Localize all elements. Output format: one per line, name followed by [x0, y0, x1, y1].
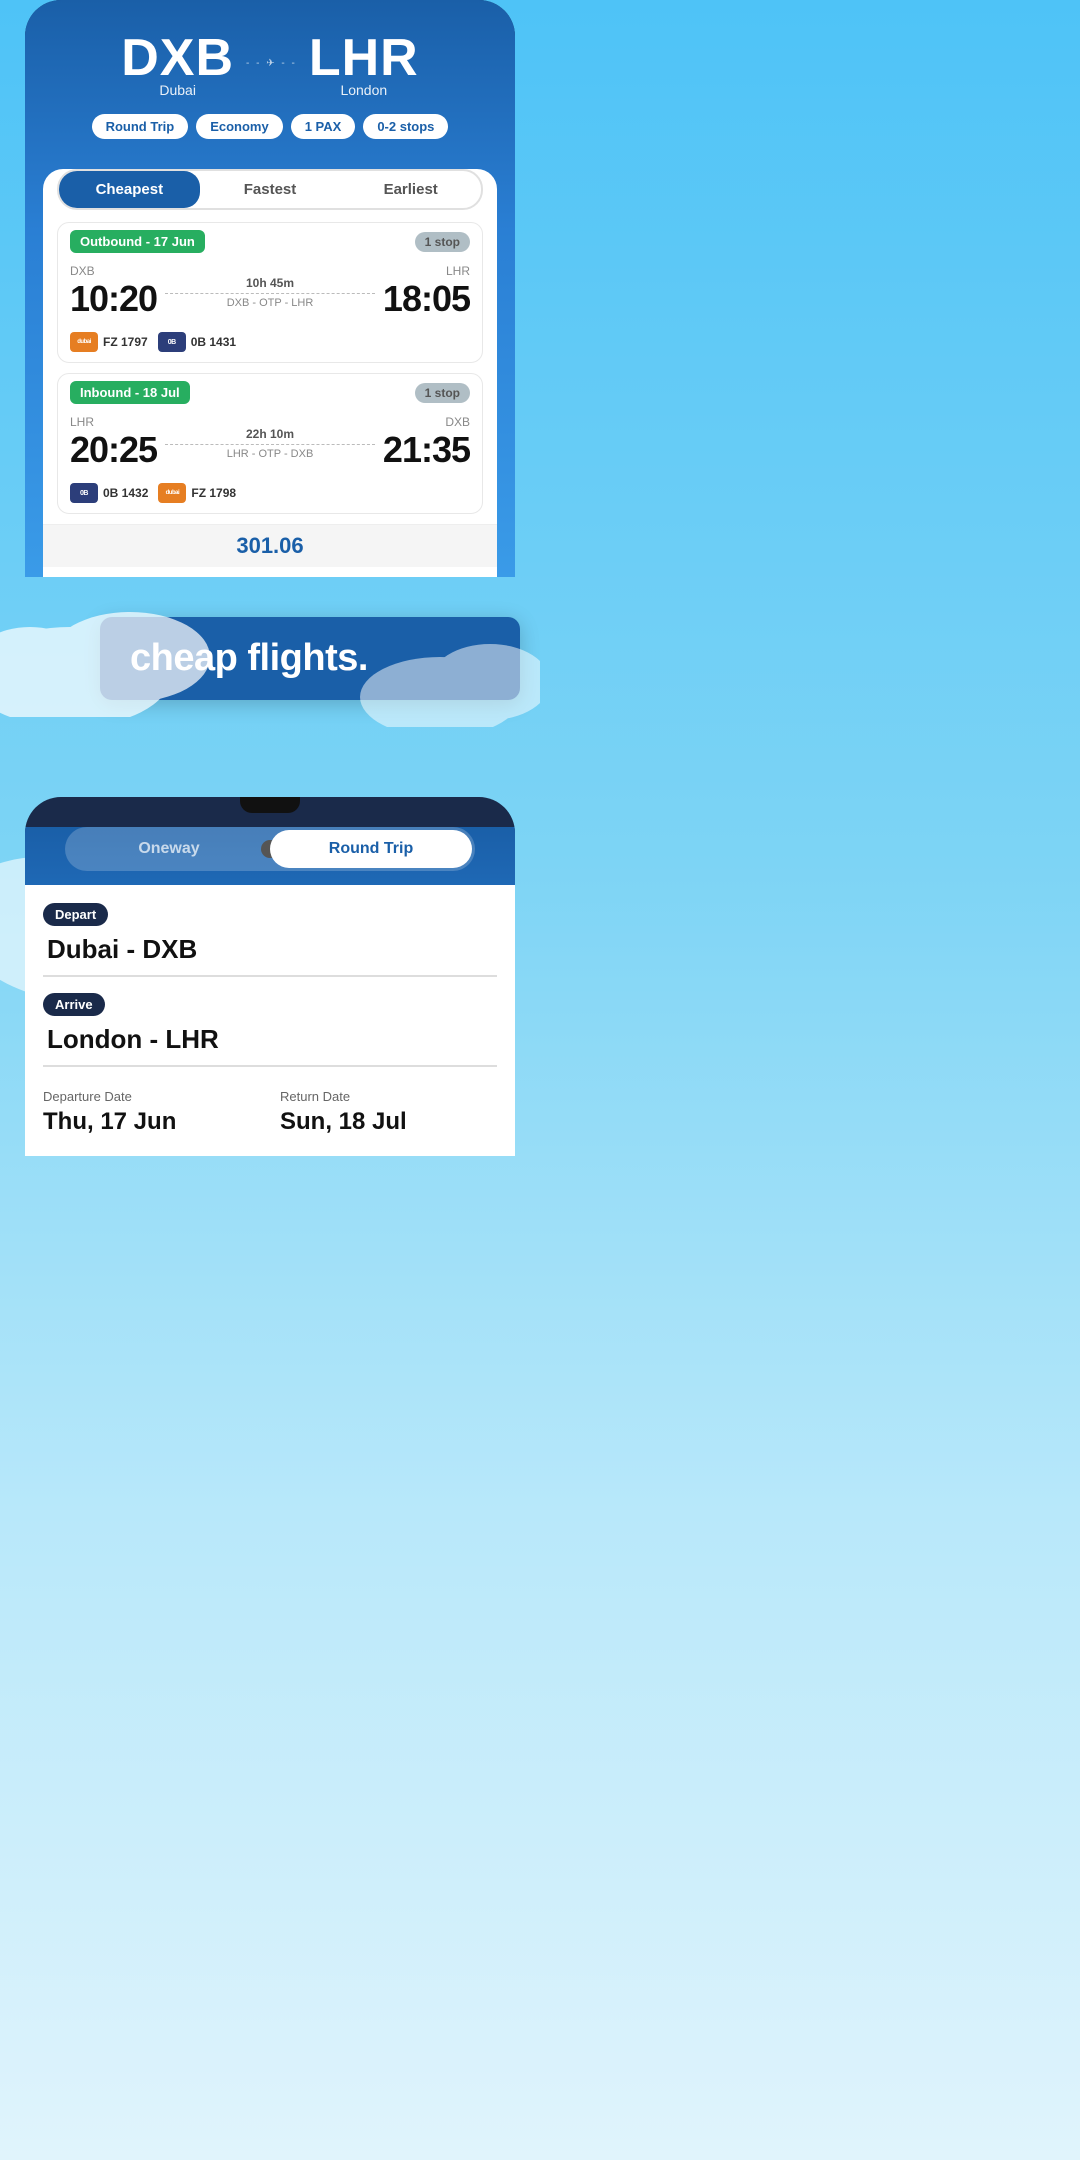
phone-notch: [240, 797, 300, 813]
inbound-segment[interactable]: Inbound - 18 Jul 1 stop LHR 20:25 22h 10…: [57, 373, 483, 514]
oneway-option[interactable]: Oneway: [68, 830, 270, 868]
return-date-value[interactable]: Sun, 18 Jul: [280, 1108, 497, 1136]
route-header: DXB Dubai - - ✈ - - LHR London: [43, 18, 497, 104]
departure-date-label: Departure Date: [43, 1089, 260, 1104]
inbound-airlines: 0B 0B 1432 dubai FZ 1798: [58, 477, 482, 513]
sort-tabs: Cheapest Fastest Earliest: [57, 169, 483, 210]
depart-label: Depart: [43, 903, 108, 926]
price-bar: 301.06: [43, 524, 497, 567]
inbound-to: DXB: [383, 415, 470, 429]
results-card: Cheapest Fastest Earliest Outbound - 17 …: [43, 169, 497, 577]
outbound-duration: 10h 45m: [165, 276, 375, 290]
cabin-pill[interactable]: Economy: [196, 114, 283, 139]
dubai-logo-2: dubai: [158, 483, 186, 503]
round-trip-option[interactable]: Round Trip: [270, 830, 472, 868]
inbound-label: Inbound - 18 Jul: [70, 381, 190, 404]
inbound-depart: 20:25: [70, 429, 157, 471]
inbound-duration-block: 22h 10m LHR - OTP - DXB: [157, 427, 383, 460]
departure-date-value[interactable]: Thu, 17 Jun: [43, 1108, 260, 1136]
filter-pills: Round Trip Economy 1 PAX 0-2 stops: [43, 104, 497, 155]
outbound-airlines: dubai FZ 1797 0B 0B 1431: [58, 326, 482, 362]
outbound-duration-block: 10h 45m DXB - OTP - LHR: [157, 276, 383, 309]
outbound-from: DXB: [70, 264, 157, 278]
stops-pill[interactable]: 0-2 stops: [363, 114, 448, 139]
date-row: Departure Date Thu, 17 Jun Return Date S…: [43, 1083, 497, 1136]
outbound-header: Outbound - 17 Jun 1 stop: [58, 223, 482, 260]
inbound-airline-2: dubai FZ 1798: [158, 483, 236, 503]
outbound-times: DXB 10:20 10h 45m DXB - OTP - LHR LHR 18…: [58, 260, 482, 326]
tab-fastest[interactable]: Fastest: [200, 171, 341, 208]
cloud-left: [0, 597, 250, 717]
outbound-depart: 10:20: [70, 278, 157, 320]
round-trip-pill[interactable]: Round Trip: [92, 114, 189, 139]
origin-code: DXB: [121, 28, 234, 88]
inbound-route: LHR - OTP - DXB: [165, 448, 375, 460]
outbound-label: Outbound - 17 Jun: [70, 230, 205, 253]
dest-code: LHR: [309, 28, 419, 88]
outbound-segment[interactable]: Outbound - 17 Jun 1 stop DXB 10:20 10h 4…: [57, 222, 483, 363]
pax-pill[interactable]: 1 PAX: [291, 114, 356, 139]
inbound-flight-1: 0B 1432: [103, 486, 148, 500]
tab-earliest[interactable]: Earliest: [340, 171, 481, 208]
arrive-field[interactable]: Arrive London - LHR: [43, 993, 497, 1067]
depart-value[interactable]: Dubai - DXB: [43, 934, 497, 977]
phone-mockup-top: DXB Dubai - - ✈ - - LHR London Round Tri…: [25, 0, 515, 577]
arrive-label: Arrive: [43, 993, 105, 1016]
outbound-airline-1: dubai FZ 1797: [70, 332, 148, 352]
outbound-flight-2: 0B 1431: [191, 335, 236, 349]
cloud-right: [360, 627, 540, 727]
phone-screen-bottom: Oneway Round Trip Depart Dubai - DXB: [25, 827, 515, 1156]
search-form: Depart Dubai - DXB Arrive London - LHR D…: [25, 885, 515, 1156]
phone-mockup-bottom: Oneway Round Trip Depart Dubai - DXB: [25, 797, 515, 1156]
outbound-stop-badge: 1 stop: [415, 232, 470, 252]
blue-logo-2: 0B: [70, 483, 98, 503]
inbound-airline-1: 0B 0B 1432: [70, 483, 148, 503]
inbound-times: LHR 20:25 22h 10m LHR - OTP - DXB DXB 21…: [58, 411, 482, 477]
trip-toggle[interactable]: Oneway Round Trip: [65, 827, 475, 871]
inbound-from: LHR: [70, 415, 157, 429]
blue-logo-1: 0B: [158, 332, 186, 352]
inbound-arrive: 21:35: [383, 429, 470, 471]
price-value: 301.06: [236, 533, 303, 558]
arrive-value[interactable]: London - LHR: [43, 1024, 497, 1067]
tab-cheapest[interactable]: Cheapest: [59, 171, 200, 208]
depart-field[interactable]: Depart Dubai - DXB: [43, 903, 497, 977]
outbound-arrive: 18:05: [383, 278, 470, 320]
inbound-flight-2: FZ 1798: [191, 486, 236, 500]
return-date-label: Return Date: [280, 1089, 497, 1104]
inbound-header: Inbound - 18 Jul 1 stop: [58, 374, 482, 411]
departure-date-block[interactable]: Departure Date Thu, 17 Jun: [43, 1089, 260, 1136]
bottom-section: Oneway Round Trip Depart Dubai - DXB: [0, 797, 540, 1177]
inbound-stop-badge: 1 stop: [415, 383, 470, 403]
outbound-flight-1: FZ 1797: [103, 335, 148, 349]
inbound-duration: 22h 10m: [165, 427, 375, 441]
outbound-to: LHR: [383, 264, 470, 278]
return-date-block[interactable]: Return Date Sun, 18 Jul: [280, 1089, 497, 1136]
dubai-logo-1: dubai: [70, 332, 98, 352]
middle-section: cheap flights.: [0, 577, 540, 797]
outbound-airline-2: 0B 0B 1431: [158, 332, 236, 352]
outbound-route: DXB - OTP - LHR: [165, 297, 375, 309]
plane-icon: - - ✈ - -: [246, 58, 297, 69]
